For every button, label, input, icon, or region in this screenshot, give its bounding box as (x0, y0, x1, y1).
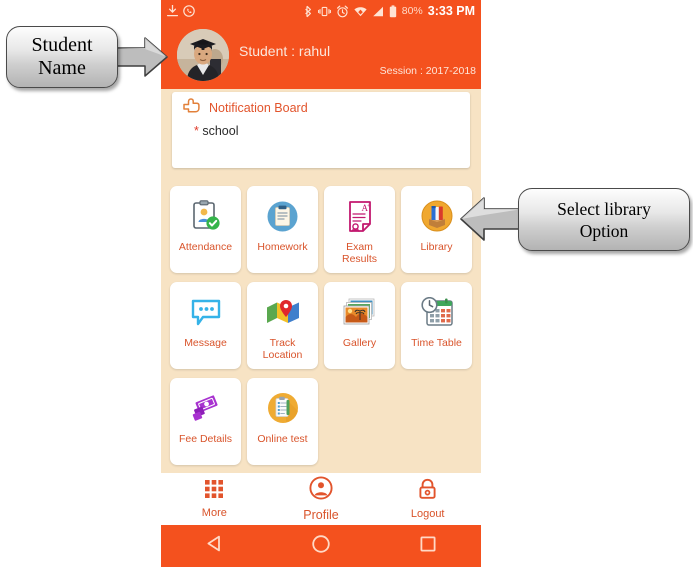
android-navigation-bar (161, 525, 481, 567)
tile-gallery[interactable]: Gallery (324, 282, 395, 369)
tile-label: Track Location (262, 337, 303, 361)
grid-dots-icon (204, 479, 224, 504)
student-header: Student : rahul Session : 2017-2018 (161, 22, 481, 89)
bluetooth-icon (304, 5, 313, 18)
tile-attendance[interactable]: Attendance (170, 186, 241, 273)
tile-label: Gallery (342, 337, 377, 349)
grid-row: Attendance Homework A + Exam Results Lib… (161, 186, 481, 273)
nav-item-profile[interactable]: Profile (268, 473, 375, 525)
android-recents-button[interactable] (374, 535, 481, 558)
callout-line-2: Option (579, 220, 629, 241)
session-label: Session : 2017-2018 (379, 65, 476, 77)
grid-row: Fee Details Online test (161, 378, 481, 465)
tile-label: Exam Results (341, 241, 377, 265)
tile-track-location[interactable]: Track Location (247, 282, 318, 369)
status-bar: 80% 3:33 PM (161, 0, 481, 22)
callout-select-library: Select library Option (460, 182, 693, 277)
nav-item-label: Profile (303, 508, 339, 522)
android-home-button[interactable] (268, 534, 375, 559)
nav-item-label: More (201, 507, 227, 519)
back-triangle-icon (205, 534, 224, 558)
tile-label: Fee Details (178, 433, 233, 445)
tile-time-table[interactable]: Time Table (401, 282, 472, 369)
person-circle-icon (309, 476, 333, 505)
nav-item-logout[interactable]: Logout (374, 473, 481, 525)
online-test-clipboard-icon (266, 391, 300, 425)
tile-message[interactable]: Message (170, 282, 241, 369)
time-table-calendar-clock-icon (420, 295, 454, 329)
battery-percent-label: 80% (401, 5, 423, 17)
tile-placeholder (324, 378, 395, 465)
recents-square-icon (419, 535, 437, 558)
feature-grid: Attendance Homework A + Exam Results Lib… (161, 177, 481, 473)
tile-exam-results[interactable]: A + Exam Results (324, 186, 395, 273)
student-name-label: Student : rahul (239, 43, 331, 59)
grid-row: Message Track Location Gallery Time Tabl… (161, 282, 481, 369)
callout-student-name: Student Name (0, 10, 175, 105)
android-back-button[interactable] (161, 534, 268, 558)
message-bubble-icon (189, 295, 223, 329)
gallery-photos-icon (343, 295, 377, 329)
notification-item-text: school (202, 124, 239, 138)
callout-student-name-box: Student Name (6, 26, 118, 88)
status-bar-clock: 3:33 PM (427, 4, 475, 18)
vibrate-icon (317, 6, 331, 17)
avatar (177, 29, 229, 81)
tile-label: Library (420, 241, 453, 253)
pointing-hand-icon (182, 97, 201, 119)
tile-homework[interactable]: Homework (247, 186, 318, 273)
notification-board-card: Notification Board * school (172, 92, 470, 168)
callout-line-1: Select library (557, 198, 651, 219)
tile-label: Message (184, 337, 227, 349)
home-circle-icon (311, 534, 331, 559)
library-books-icon (420, 199, 454, 233)
notification-board-title: Notification Board (209, 101, 308, 115)
notification-item: * school (194, 124, 239, 138)
exam-results-document-icon: A + (343, 199, 377, 233)
callout-line-2: Name (38, 57, 86, 79)
attendance-clipboard-icon (189, 199, 223, 233)
fee-details-money-icon (189, 391, 223, 425)
track-location-map-icon (266, 295, 300, 329)
status-bar-right-icons: 80% 3:33 PM (304, 4, 481, 18)
callout-arrow-right-icon (112, 37, 168, 82)
signal-icon (372, 6, 384, 17)
whatsapp-icon (183, 5, 195, 17)
callout-arrow-left-icon (460, 196, 524, 247)
notification-board-header: Notification Board (182, 97, 308, 119)
battery-icon (389, 4, 397, 18)
tile-label: Time Table (411, 337, 462, 349)
nav-item-more[interactable]: More (161, 473, 268, 525)
alarm-icon (336, 5, 349, 18)
callout-line-1: Student (31, 34, 93, 56)
phone-screen: 80% 3:33 PM Student: rahul Session: 20… (161, 0, 481, 567)
wifi-icon (354, 6, 367, 17)
tile-fee-details[interactable]: Fee Details (170, 378, 241, 465)
bullet-star: * (194, 124, 199, 138)
tile-label: Online test (257, 433, 308, 445)
tile-placeholder (401, 378, 472, 465)
padlock-icon (417, 478, 438, 505)
homework-clipboard-icon (266, 199, 300, 233)
bottom-navigation-bar: More Profile Logout (161, 473, 481, 525)
tile-label: Attendance (178, 241, 233, 253)
nav-item-label: Logout (410, 508, 445, 520)
callout-select-library-box: Select library Option (518, 188, 690, 251)
tile-online-test[interactable]: Online test (247, 378, 318, 465)
tile-label: Homework (257, 241, 308, 253)
